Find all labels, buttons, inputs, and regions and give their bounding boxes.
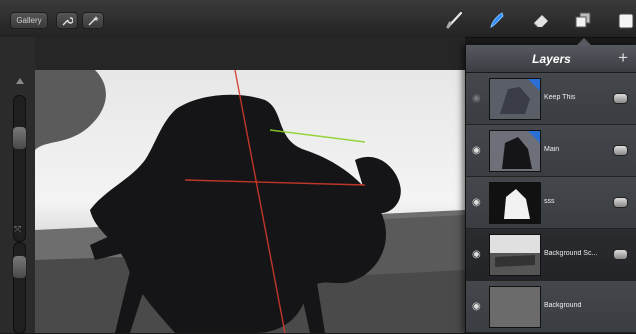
layer-options-toggle[interactable] <box>613 197 628 208</box>
layer-name: Background Sc... <box>544 250 598 257</box>
color-swatch-icon[interactable] <box>614 9 636 31</box>
layers-icon[interactable] <box>572 9 594 31</box>
plus-icon[interactable]: + <box>618 48 628 68</box>
layer-name: Background <box>544 302 582 309</box>
layers-panel-header: Layers + <box>466 45 636 73</box>
layer-row-background-scene[interactable]: ◉ Background Sc... <box>466 229 636 281</box>
opacity-slider[interactable] <box>12 242 27 334</box>
layer-row-main[interactable]: ◉ Main <box>466 125 636 177</box>
eye-icon[interactable]: ◉ <box>472 197 483 208</box>
wrench-icon[interactable] <box>56 12 78 29</box>
layer-name: Keep This <box>544 94 576 101</box>
layer-options-toggle[interactable] <box>613 93 628 104</box>
layer-row-background[interactable]: ◉ Background <box>466 281 636 333</box>
brush-icon[interactable] <box>444 9 466 31</box>
eye-icon[interactable]: ◉ <box>472 93 483 104</box>
eye-icon[interactable]: ◉ <box>472 145 483 156</box>
layer-options-toggle[interactable] <box>613 145 628 156</box>
swap-icon[interactable]: ⤧ <box>14 224 21 235</box>
layer-thumbnail <box>489 286 541 328</box>
layer-name: sss <box>544 198 555 205</box>
layer-thumbnail <box>489 130 541 172</box>
brush-size-knob[interactable] <box>12 126 27 150</box>
layer-options-toggle[interactable] <box>613 249 628 260</box>
painting-canvas[interactable] <box>35 70 465 333</box>
layers-panel-title: Layers <box>532 52 571 66</box>
layer-thumbnail <box>489 182 541 224</box>
side-sliders: ⤧ <box>0 37 35 334</box>
layers-panel: Layers + ◉ Keep This ◉ Main ◉ sss ◉ Back… <box>465 38 636 333</box>
layer-row-keep-this[interactable]: ◉ Keep This <box>466 73 636 125</box>
layer-row-sss[interactable]: ◉ sss <box>466 177 636 229</box>
eraser-icon[interactable] <box>530 9 552 31</box>
canvas-top-margin <box>0 37 465 70</box>
layer-thumbnail <box>489 78 541 120</box>
layer-name: Main <box>544 146 560 153</box>
smudge-icon[interactable] <box>486 9 508 31</box>
layer-badge-icon <box>528 79 540 91</box>
magic-wand-icon[interactable] <box>82 12 104 29</box>
opacity-knob[interactable] <box>12 255 27 279</box>
layer-thumbnail <box>489 234 541 276</box>
gallery-button[interactable]: Gallery <box>10 12 48 29</box>
eye-icon[interactable]: ◉ <box>472 301 483 312</box>
brush-size-slider[interactable] <box>12 95 27 242</box>
arrow-up-icon[interactable] <box>16 78 24 84</box>
eye-icon[interactable]: ◉ <box>472 249 483 260</box>
top-toolbar: Gallery <box>0 0 636 38</box>
layer-badge-icon <box>528 131 540 143</box>
